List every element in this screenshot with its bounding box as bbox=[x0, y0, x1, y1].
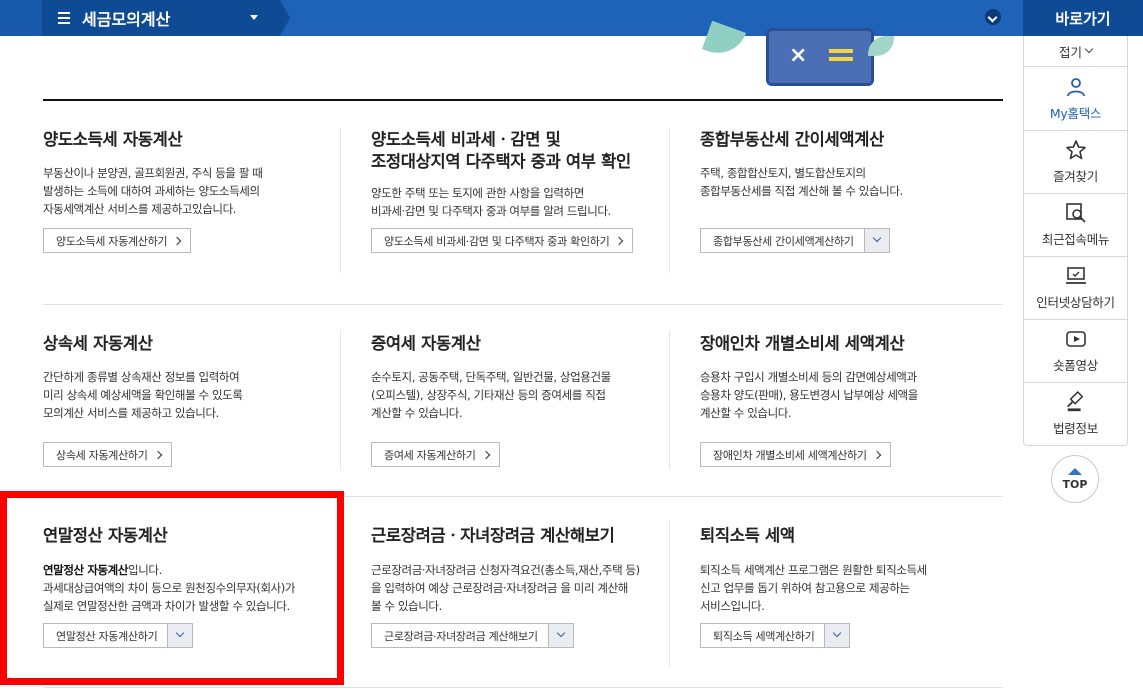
sidebar-item-law-info[interactable]: 법령정보 bbox=[1024, 382, 1127, 445]
video-play-icon bbox=[1065, 328, 1087, 350]
gift-tax-calc-button[interactable]: 증여세 자동계산하기 bbox=[371, 442, 500, 467]
chevron-right-icon bbox=[153, 450, 162, 459]
card-description: 양도한 주택 또는 토지에 관한 사항을 입력하면 비과세·감면 및 다주택자 … bbox=[371, 186, 611, 218]
retirement-income-dropdown[interactable]: 퇴직소득 세액계산하기 bbox=[700, 623, 851, 648]
calculator-image: × bbox=[766, 28, 874, 86]
chevron-right-icon bbox=[872, 450, 881, 459]
chevron-right-icon bbox=[615, 236, 624, 245]
card-gift-tax: 증여세 자동계산 순수토지, 공동주택, 단독주택, 일반건물, 상업용건물 (… bbox=[371, 333, 663, 422]
card-title: 장애인차 개별소비세 세액계산 bbox=[700, 334, 905, 353]
vehicle-tax-calc-button[interactable]: 장애인차 개별소비세 세액계산하기 bbox=[700, 442, 891, 467]
card-title: 상속세 자동계산 bbox=[43, 334, 153, 353]
sidebar-item-consult[interactable]: 인터넷상담하기 bbox=[1024, 256, 1127, 319]
row-divider bbox=[43, 687, 1003, 688]
card-title: 퇴직소득 세액 bbox=[700, 526, 795, 545]
column-divider bbox=[340, 128, 341, 273]
sidebar-item-shortform[interactable]: 숏폼영상 bbox=[1024, 319, 1127, 382]
column-divider bbox=[669, 520, 670, 666]
card-description: 순수토지, 공동주택, 단독주택, 일반건물, 상업용건물 (오피스텔), 상장… bbox=[371, 370, 611, 420]
person-icon bbox=[1065, 76, 1087, 98]
sidebar-item-recent-menu[interactable]: 최근접속메뉴 bbox=[1024, 193, 1127, 256]
column-divider bbox=[669, 128, 670, 273]
chevron-down-icon bbox=[1084, 44, 1094, 54]
quick-menu-title: 바로가기 bbox=[1023, 0, 1143, 36]
calculator-illustration: × bbox=[700, 20, 900, 88]
expand-circle-icon[interactable] bbox=[985, 9, 1001, 25]
quick-menu: My홈택스 즐겨찾기 최근접속메뉴 인터넷상담하기 숏폼영상 법령정보 bbox=[1023, 66, 1128, 446]
scroll-top-button[interactable]: TOP bbox=[1051, 455, 1099, 503]
card-title: 종합부동산세 간이세액계산 bbox=[700, 130, 885, 149]
card-description: 부동산이나 분양권, 골프회원권, 주식 등을 팔 때 발생하는 소득에 대하여… bbox=[43, 166, 263, 216]
card-capital-gains-tax: 양도소득세 자동계산 부동산이나 분양권, 골프회원권, 주식 등을 팔 때 발… bbox=[43, 129, 333, 218]
card-description: 근로장려금·자녀장려금 신청자격요건(총소득,재산,주택 등) 을 입력하여 예… bbox=[371, 563, 640, 613]
sidebar-item-favorites[interactable]: 즐겨찾기 bbox=[1024, 130, 1127, 193]
fold-button[interactable]: 접기 bbox=[1023, 36, 1128, 66]
sidebar-item-my-hometax[interactable]: My홈택스 bbox=[1024, 67, 1127, 130]
highlight-box bbox=[0, 491, 344, 685]
exemption-check-button[interactable]: 양도소득세 비과세·감면 및 다주택자 중과 확인하기 bbox=[371, 228, 634, 253]
multiply-symbol: × bbox=[789, 43, 808, 68]
card-work-incentive: 근로장려금ㆍ자녀장려금 계산해보기 근로장려금·자녀장려금 신청자격요건(총소득… bbox=[371, 525, 663, 615]
card-capital-gains-exemption: 양도소득세 비과세ㆍ감면 및 조정대상지역 다주택자 중과 여부 확인 양도한 … bbox=[371, 129, 663, 220]
menu-title: 세금모의계산 bbox=[82, 10, 171, 29]
chevron-right-icon bbox=[172, 236, 182, 245]
card-title: 양도소득세 자동계산 bbox=[43, 130, 183, 149]
chevron-down-icon[interactable] bbox=[863, 229, 889, 252]
card-description: 간단하게 종류별 상속재산 정보를 입력하여 미리 상속세 예상세액을 확인해볼… bbox=[43, 370, 243, 420]
column-divider bbox=[669, 330, 670, 470]
card-title: 양도소득세 비과세ㆍ감면 및 조정대상지역 다주택자 중과 여부 확인 bbox=[371, 130, 631, 171]
card-title: 증여세 자동계산 bbox=[371, 334, 481, 353]
arrow-up-icon bbox=[1068, 467, 1082, 475]
inheritance-calc-button[interactable]: 상속세 자동계산하기 bbox=[43, 442, 172, 467]
capital-gains-calc-button[interactable]: 양도소득세 자동계산하기 bbox=[43, 228, 192, 253]
chevron-down-icon[interactable] bbox=[824, 624, 850, 647]
equals-symbol bbox=[829, 49, 853, 53]
card-description: 퇴직소득 세액계산 프로그램은 원활한 퇴직소득세 신고 업무를 돕기 위하여 … bbox=[700, 563, 927, 613]
card-disabled-vehicle-tax: 장애인차 개별소비세 세액계산 승용차 구입시 개별소비세 등의 감면예상세액과… bbox=[700, 333, 1000, 422]
work-incentive-dropdown[interactable]: 근로장려금·자녀장려금 계산해보기 bbox=[371, 623, 574, 648]
card-description: 승용차 구입시 개별소비세 등의 감면예상세액과 승용차 양도(판매), 용도변… bbox=[700, 370, 918, 420]
row-divider bbox=[43, 304, 1003, 305]
menu-dropdown[interactable]: 세금모의계산 bbox=[42, 0, 290, 36]
card-inheritance-tax: 상속세 자동계산 간단하게 종류별 상속재산 정보를 입력하여 미리 상속세 예… bbox=[43, 333, 333, 422]
card-description: 주택, 종합합산토지, 별도합산토지의 종합부동산세를 직접 계산해 볼 수 있… bbox=[700, 166, 903, 198]
card-comprehensive-property-tax: 종합부동산세 간이세액계산 주택, 종합합산토지, 별도합산토지의 종합부동산세… bbox=[700, 129, 1000, 200]
topbar-left-edge bbox=[0, 0, 42, 36]
property-tax-calc-dropdown[interactable]: 종합부동산세 간이세액계산하기 bbox=[700, 228, 890, 253]
card-retirement-income: 퇴직소득 세액 퇴직소득 세액계산 프로그램은 원활한 퇴직소득세 신고 업무를… bbox=[700, 525, 1000, 615]
gavel-icon bbox=[1065, 391, 1087, 413]
chevron-down-icon[interactable] bbox=[547, 624, 573, 647]
card-title: 근로장려금ㆍ자녀장려금 계산해보기 bbox=[371, 526, 615, 545]
section-divider bbox=[43, 99, 1003, 101]
chevron-right-icon bbox=[481, 450, 490, 459]
consult-icon bbox=[1065, 265, 1087, 287]
caret-down-icon bbox=[250, 15, 258, 20]
star-icon bbox=[1065, 139, 1087, 161]
column-divider bbox=[340, 330, 341, 470]
recent-menu-icon bbox=[1065, 202, 1087, 224]
hamburger-menu-icon bbox=[58, 12, 70, 24]
